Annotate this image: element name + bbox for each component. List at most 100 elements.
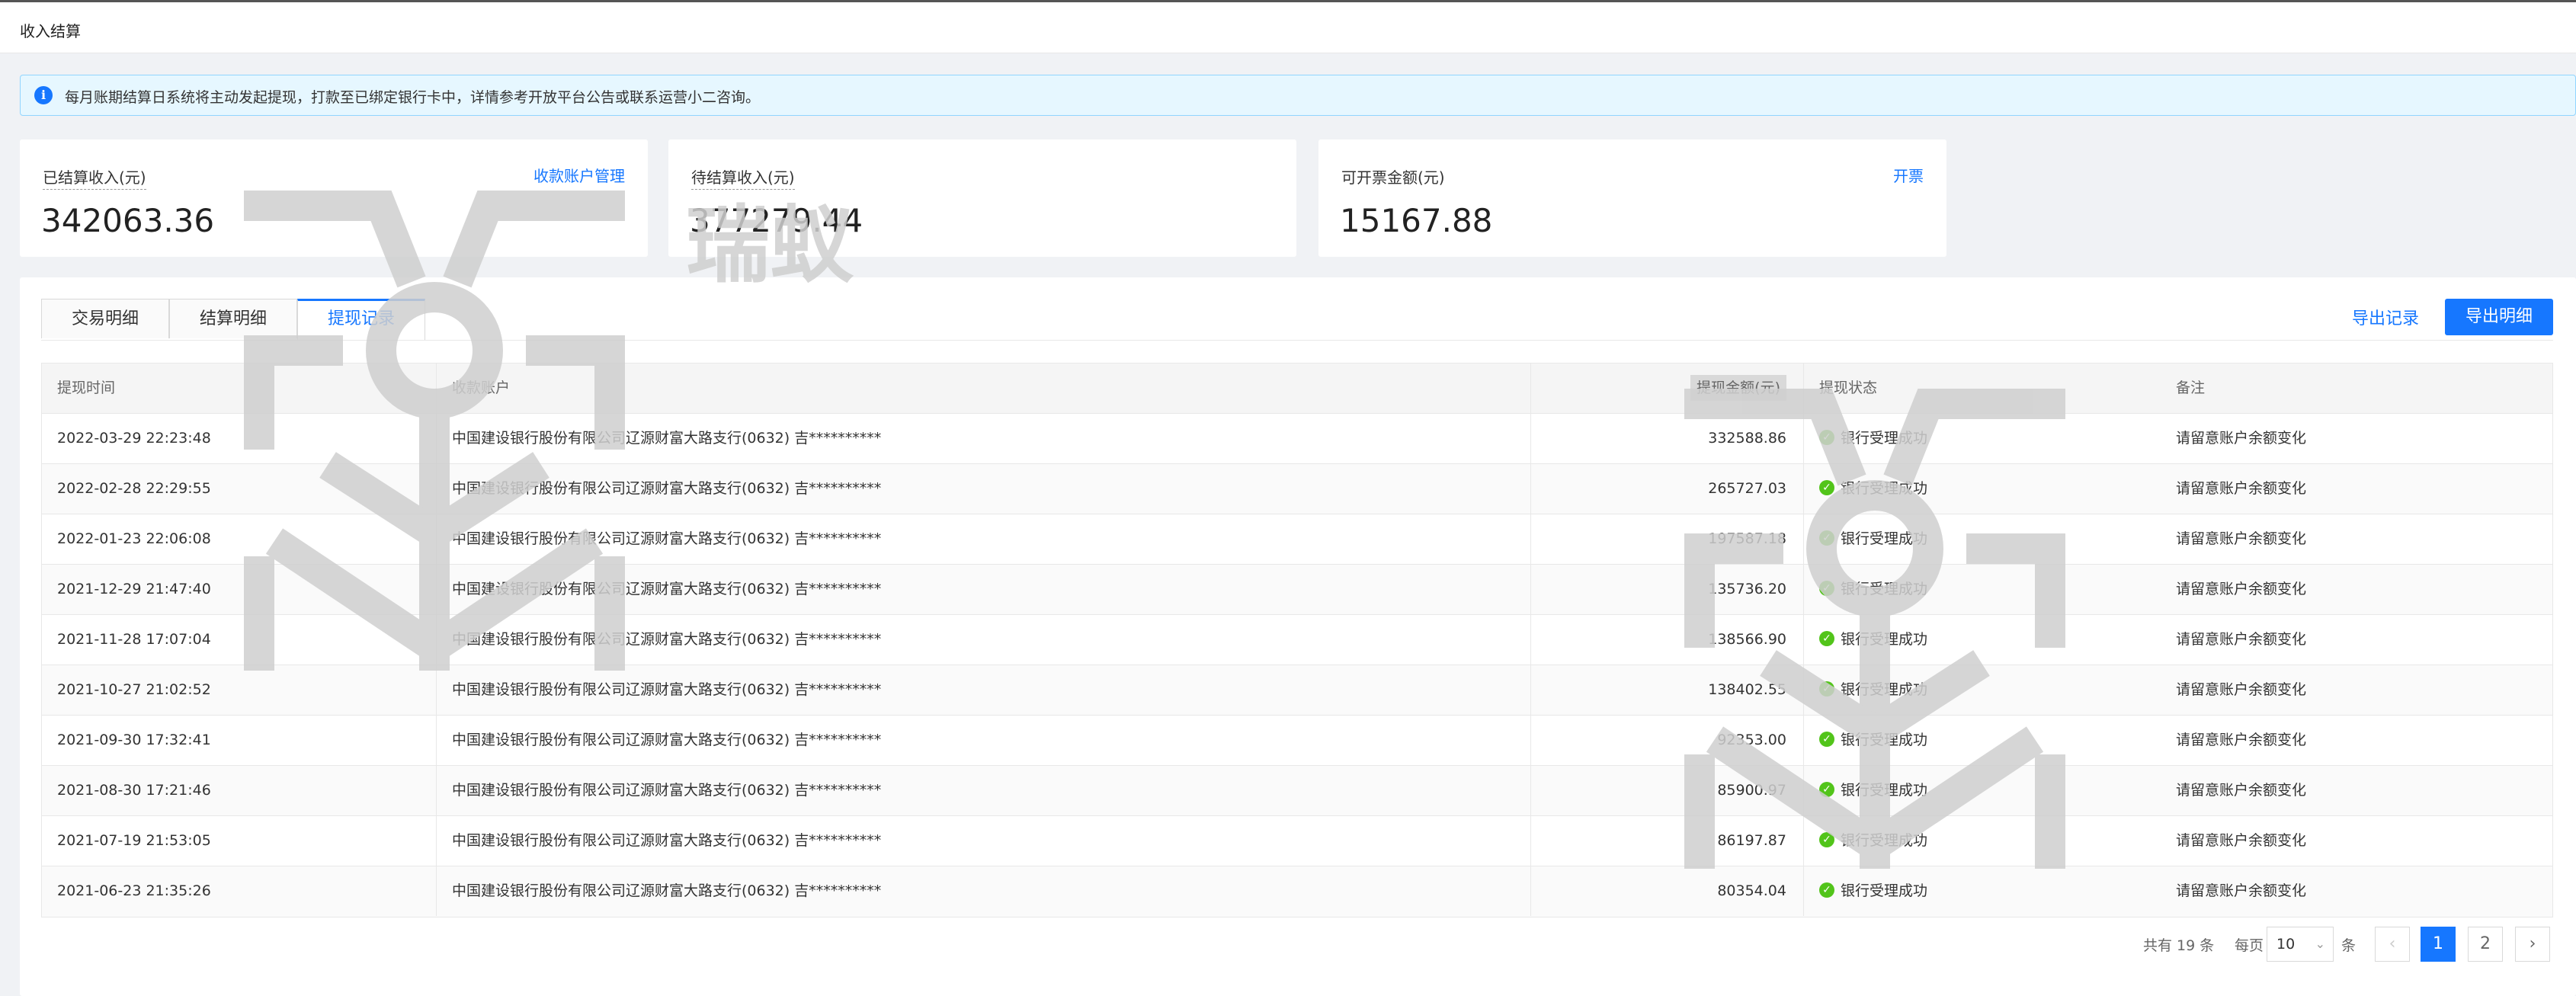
cell-account: 中国建设银行股份有限公司辽源财富大路支行(0632) 吉********** <box>437 665 1531 715</box>
cell-note: 请留意账户余额变化 <box>2176 732 2307 748</box>
cell-amount: 265727.03 <box>1531 464 1804 514</box>
cell-amount: 332588.86 <box>1531 414 1804 463</box>
cell-account: 中国建设银行股份有限公司辽源财富大路支行(0632) 吉********** <box>437 816 1531 866</box>
cell-note: 请留意账户余额变化 <box>2176 631 2307 648</box>
cell-time: 2021-12-29 21:47:40 <box>42 565 437 614</box>
withdrawal-table: 提现时间 收款账户 提现金额(元) 提现状态 备注 2022-03-29 22:… <box>41 363 2553 918</box>
table-row: 2021-11-28 17:07:04 中国建设银行股份有限公司辽源财富大路支行(… <box>42 615 2552 665</box>
table-header: 提现时间 收款账户 提现金额(元) 提现状态 备注 <box>42 363 2552 414</box>
cell-note: 请留意账户余额变化 <box>2176 882 2307 899</box>
cell-status: ✓ 银行受理成功 <box>1804 866 2161 916</box>
export-records-button[interactable]: 导出记录 <box>2352 305 2419 329</box>
cell-note: 请留意账户余额变化 <box>2176 480 2307 497</box>
cell-note: 请留意账户余额变化 <box>2176 832 2307 849</box>
check-circle-icon: ✓ <box>1819 882 1834 898</box>
cell-status: ✓ 银行受理成功 <box>1804 514 2161 564</box>
cell-amount: 138402.55 <box>1531 665 1804 715</box>
status-text: 银行受理成功 <box>1841 732 1928 748</box>
tab-settlement-details[interactable]: 结算明细 <box>169 299 297 338</box>
check-circle-icon: ✓ <box>1819 430 1834 445</box>
chevron-down-icon: ⌄ <box>2315 937 2325 951</box>
cell-account: 中国建设银行股份有限公司辽源财富大路支行(0632) 吉********** <box>437 615 1531 665</box>
table-row: 2021-10-27 21:02:52 中国建设银行股份有限公司辽源财富大路支行(… <box>42 665 2552 716</box>
prev-page-button[interactable]: ‹ <box>2375 927 2410 962</box>
pending-income-label: 待结算收入(元) <box>691 165 795 190</box>
chevron-right-icon: › <box>2529 934 2536 953</box>
column-header-amount-label: 提现金额(元) <box>1690 375 1786 401</box>
account-management-link[interactable]: 收款账户管理 <box>533 164 625 186</box>
info-icon: i <box>34 86 53 104</box>
cell-note: 请留意账户余额变化 <box>2176 530 2307 547</box>
table-row: 2021-12-29 21:47:40 中国建设银行股份有限公司辽源财富大路支行(… <box>42 565 2552 615</box>
cell-amount: 197587.18 <box>1531 514 1804 564</box>
cell-status: ✓ 银行受理成功 <box>1804 414 2161 463</box>
settled-income-value: 342063.36 <box>41 202 215 239</box>
check-circle-icon: ✓ <box>1819 631 1834 646</box>
page-button-2[interactable]: 2 <box>2468 927 2503 962</box>
cell-status: ✓ 银行受理成功 <box>1804 464 2161 514</box>
notice-banner: i 每月账期结算日系统将主动发起提现，打款至已绑定银行卡中，详情参考开放平台公告… <box>20 75 2576 116</box>
page-header: 收入结算 <box>0 0 2576 53</box>
withdrawal-panel: 交易明细 结算明细 提现记录 导出记录 导出明细 提现时间 收款账户 提现金额(… <box>20 277 2576 996</box>
cell-amount: 92353.00 <box>1531 716 1804 765</box>
next-page-button[interactable]: › <box>2515 927 2550 962</box>
status-text: 银行受理成功 <box>1841 581 1928 597</box>
cell-note: 请留意账户余额变化 <box>2176 430 2307 447</box>
page-size-select[interactable]: 10 ⌄ <box>2267 927 2334 962</box>
status-text: 银行受理成功 <box>1841 782 1928 799</box>
tabs-divider <box>41 340 2553 341</box>
tab-transaction-details[interactable]: 交易明细 <box>41 299 169 338</box>
cell-time: 2021-06-23 21:35:26 <box>42 866 437 916</box>
column-header-note: 备注 <box>2176 380 2206 396</box>
invoiceable-amount-value: 15167.88 <box>1340 202 1493 239</box>
settled-income-card: 已结算收入(元) 收款账户管理 342063.36 <box>20 139 648 257</box>
cell-status: ✓ 银行受理成功 <box>1804 816 2161 866</box>
cell-account: 中国建设银行股份有限公司辽源财富大路支行(0632) 吉********** <box>437 716 1531 765</box>
pagination-per-page-label: 每页 <box>2235 937 2264 954</box>
cell-note: 请留意账户余额变化 <box>2176 782 2307 799</box>
cell-amount: 85900.97 <box>1531 766 1804 815</box>
status-text: 银行受理成功 <box>1841 430 1928 447</box>
status-text: 银行受理成功 <box>1841 882 1928 899</box>
table-row: 2022-02-28 22:29:55 中国建设银行股份有限公司辽源财富大路支行(… <box>42 464 2552 514</box>
status-text: 银行受理成功 <box>1841 681 1928 698</box>
status-text: 银行受理成功 <box>1841 530 1928 547</box>
cell-account: 中国建设银行股份有限公司辽源财富大路支行(0632) 吉********** <box>437 565 1531 614</box>
check-circle-icon: ✓ <box>1819 581 1834 596</box>
cell-amount: 138566.90 <box>1531 615 1804 665</box>
table-row: 2022-01-23 22:06:08 中国建设银行股份有限公司辽源财富大路支行(… <box>42 514 2552 565</box>
cell-status: ✓ 银行受理成功 <box>1804 716 2161 765</box>
status-text: 银行受理成功 <box>1841 480 1928 497</box>
cell-status: ✓ 银行受理成功 <box>1804 766 2161 815</box>
export-details-button[interactable]: 导出明细 <box>2445 299 2553 335</box>
pagination-unit: 条 <box>2341 937 2357 954</box>
page-title: 收入结算 <box>20 22 81 40</box>
cell-time: 2022-03-29 22:23:48 <box>42 414 437 463</box>
check-circle-icon: ✓ <box>1819 530 1834 546</box>
status-text: 银行受理成功 <box>1841 832 1928 849</box>
check-circle-icon: ✓ <box>1819 480 1834 495</box>
page-button-1[interactable]: 1 <box>2421 927 2456 962</box>
cell-account: 中国建设银行股份有限公司辽源财富大路支行(0632) 吉********** <box>437 514 1531 564</box>
table-row: 2022-03-29 22:23:48 中国建设银行股份有限公司辽源财富大路支行(… <box>42 414 2552 464</box>
invoiceable-amount-card: 可开票金额(元) 开票 15167.88 <box>1318 139 1946 257</box>
invoice-link[interactable]: 开票 <box>1893 164 1924 186</box>
cell-time: 2021-09-30 17:32:41 <box>42 716 437 765</box>
chevron-left-icon: ‹ <box>2389 934 2396 953</box>
pending-income-card: 待结算收入(元) 377279.44 <box>668 139 1296 257</box>
tab-withdrawal-records[interactable]: 提现记录 <box>297 299 425 340</box>
pagination-total: 共有 19 条 <box>2143 937 2215 954</box>
invoiceable-amount-label: 可开票金额(元) <box>1341 168 1445 187</box>
status-text: 银行受理成功 <box>1841 631 1928 648</box>
cell-status: ✓ 银行受理成功 <box>1804 615 2161 665</box>
page-size-value: 10 <box>2276 936 2296 953</box>
check-circle-icon: ✓ <box>1819 782 1834 797</box>
cell-note: 请留意账户余额变化 <box>2176 581 2307 597</box>
check-circle-icon: ✓ <box>1819 681 1834 697</box>
column-header-amount: 提现金额(元) <box>1531 363 1804 413</box>
notice-text: 每月账期结算日系统将主动发起提现，打款至已绑定银行卡中，详情参考开放平台公告或联… <box>65 89 761 106</box>
cell-amount: 135736.20 <box>1531 565 1804 614</box>
column-header-status: 提现状态 <box>1819 380 1878 396</box>
cell-time: 2021-10-27 21:02:52 <box>42 665 437 715</box>
cell-status: ✓ 银行受理成功 <box>1804 565 2161 614</box>
